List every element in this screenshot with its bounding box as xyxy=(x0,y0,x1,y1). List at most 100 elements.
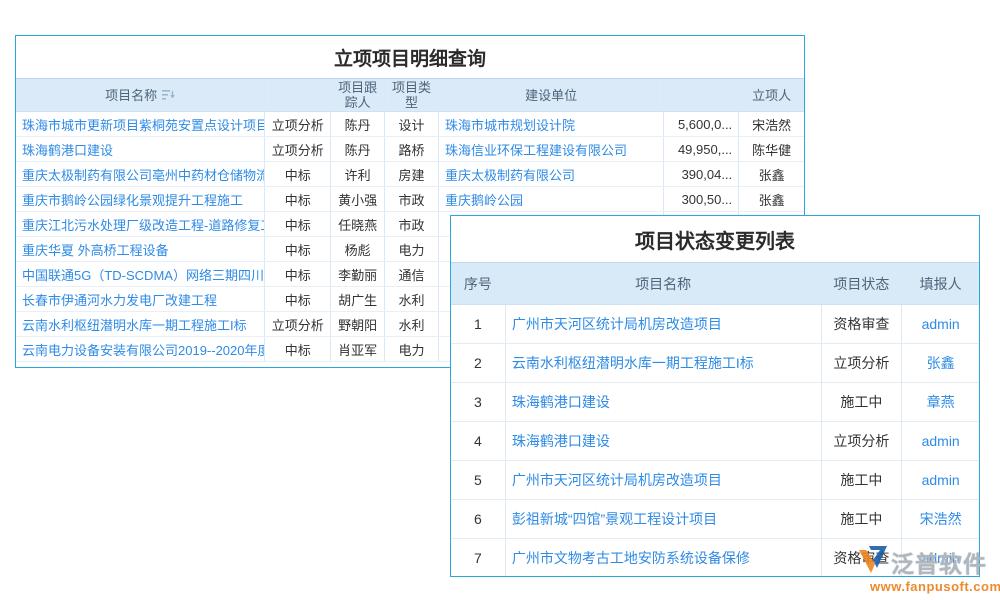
project-tracker: 陈丹 xyxy=(331,112,385,136)
construction-unit-link[interactable]: 重庆太极制药有限公司 xyxy=(439,162,664,186)
row-number: 2 xyxy=(451,344,506,382)
project-status: 施工中 xyxy=(822,461,903,499)
table-row: 珠海市城市更新项目紫桐苑安置点设计项目 立项分析 陈丹 设计 珠海市城市规划设计… xyxy=(16,112,804,137)
table2-header-row: 序号 项目名称 项目状态 填报人 xyxy=(451,262,979,305)
project-name-link[interactable]: 中国联通5G（TD-SCDMA）网络三期四川工程 xyxy=(16,262,265,286)
project-status: 中标 xyxy=(265,237,331,261)
filler-link[interactable]: 宋浩然 xyxy=(902,500,979,538)
project-amount: 390,04... xyxy=(664,162,739,186)
row-number: 4 xyxy=(451,422,506,460)
page: 立项项目明细查询 项目名称 项目跟踪人 项目类型 建设单位 立项人 xyxy=(0,0,1000,600)
project-type: 电力 xyxy=(385,337,439,361)
project-tracker: 李勤丽 xyxy=(331,262,385,286)
table-row: 珠海鹤港口建设 立项分析 陈丹 路桥 珠海信业环保工程建设有限公司 49,950… xyxy=(16,137,804,162)
filler-link[interactable]: admin xyxy=(902,539,979,577)
table2-col-name: 项目名称 xyxy=(506,263,822,304)
table-row: 7 广州市文物考古工地安防系统设备保修 资格审查 admin xyxy=(451,539,979,577)
project-name-link[interactable]: 珠海市城市更新项目紫桐苑安置点设计项目 xyxy=(16,112,265,136)
table1-col-unit: 建设单位 xyxy=(439,79,664,111)
project-amount: 49,950,... xyxy=(664,137,739,161)
project-type: 通信 xyxy=(385,262,439,286)
project-tracker: 黄小强 xyxy=(331,187,385,211)
project-status: 立项分析 xyxy=(822,344,903,382)
project-tracker: 任晓燕 xyxy=(331,212,385,236)
project-name-link[interactable]: 云南水利枢纽潜明水库一期工程施工I标 xyxy=(16,312,265,336)
project-status: 资格审查 xyxy=(822,305,903,343)
table-row: 6 彭祖新城“四馆”景观工程设计项目 施工中 宋浩然 xyxy=(451,500,979,539)
project-name-link[interactable]: 重庆江北污水处理厂级改造工程-道路修复工程 xyxy=(16,212,265,236)
project-name-link[interactable]: 珠海鹤港口建设 xyxy=(506,422,822,460)
watermark-url-text: www.fanpusoft.com xyxy=(870,579,1000,594)
project-status: 中标 xyxy=(265,287,331,311)
project-name-link[interactable]: 云南电力设备安装有限公司2019--2020年度劳务 xyxy=(16,337,265,361)
filler-link[interactable]: admin xyxy=(902,305,979,343)
project-name-link[interactable]: 重庆太极制药有限公司亳州中药材仓储物流基地 xyxy=(16,162,265,186)
filler-link[interactable]: 章燕 xyxy=(902,383,979,421)
project-name-link[interactable]: 珠海鹤港口建设 xyxy=(16,137,265,161)
table1-col-type: 项目类型 xyxy=(385,79,439,111)
table1-col-amount xyxy=(664,79,739,111)
project-type: 市政 xyxy=(385,212,439,236)
project-type: 电力 xyxy=(385,237,439,261)
status-change-list-panel: 项目状态变更列表 序号 项目名称 项目状态 填报人 1 广州市天河区统计局机房改… xyxy=(450,215,980,577)
project-status: 施工中 xyxy=(822,383,903,421)
project-status: 中标 xyxy=(265,162,331,186)
project-type: 水利 xyxy=(385,312,439,336)
filler-link[interactable]: 张鑫 xyxy=(902,344,979,382)
filler-link[interactable]: admin xyxy=(902,422,979,460)
project-type: 房建 xyxy=(385,162,439,186)
project-amount: 5,600,0... xyxy=(664,112,739,136)
sort-descending-icon[interactable] xyxy=(162,89,175,101)
table-row: 3 珠海鹤港口建设 施工中 章燕 xyxy=(451,383,979,422)
panel2-title: 项目状态变更列表 xyxy=(451,216,979,262)
table2-col-filler: 填报人 xyxy=(902,263,979,304)
construction-unit-link[interactable]: 珠海信业环保工程建设有限公司 xyxy=(439,137,664,161)
project-status: 中标 xyxy=(265,262,331,286)
table1-header-row: 项目名称 项目跟踪人 项目类型 建设单位 立项人 xyxy=(16,78,804,112)
project-status: 中标 xyxy=(265,337,331,361)
table1-col-name-label: 项目名称 xyxy=(105,88,157,103)
project-type: 水利 xyxy=(385,287,439,311)
project-type: 市政 xyxy=(385,187,439,211)
row-number: 5 xyxy=(451,461,506,499)
project-name-link[interactable]: 重庆市鹅岭公园绿化景观提升工程施工 xyxy=(16,187,265,211)
row-number: 6 xyxy=(451,500,506,538)
project-name-link[interactable]: 珠海鹤港口建设 xyxy=(506,383,822,421)
table-row: 重庆市鹅岭公园绿化景观提升工程施工 中标 黄小强 市政 重庆鹅岭公园 300,5… xyxy=(16,187,804,212)
project-name-link[interactable]: 长春市伊通河水力发电厂改建工程 xyxy=(16,287,265,311)
project-initiator: 张鑫 xyxy=(739,162,804,186)
project-type: 设计 xyxy=(385,112,439,136)
project-status: 立项分析 xyxy=(265,112,331,136)
construction-unit-link[interactable]: 珠海市城市规划设计院 xyxy=(439,112,664,136)
table1-col-initiator: 立项人 xyxy=(739,79,804,111)
table-row: 1 广州市天河区统计局机房改造项目 资格审查 admin xyxy=(451,305,979,344)
table1-col-name: 项目名称 xyxy=(16,79,265,111)
project-name-link[interactable]: 广州市天河区统计局机房改造项目 xyxy=(506,305,822,343)
project-tracker: 许利 xyxy=(331,162,385,186)
project-tracker: 杨彪 xyxy=(331,237,385,261)
project-name-link[interactable]: 重庆华夏 外高桥工程设备 xyxy=(16,237,265,261)
project-name-link[interactable]: 云南水利枢纽潜明水库一期工程施工I标 xyxy=(506,344,822,382)
project-status: 立项分析 xyxy=(265,137,331,161)
project-tracker: 胡广生 xyxy=(331,287,385,311)
construction-unit-link[interactable]: 重庆鹅岭公园 xyxy=(439,187,664,211)
project-tracker: 陈丹 xyxy=(331,137,385,161)
project-tracker: 野朝阳 xyxy=(331,312,385,336)
project-name-link[interactable]: 广州市天河区统计局机房改造项目 xyxy=(506,461,822,499)
project-initiator: 张鑫 xyxy=(739,187,804,211)
project-name-link[interactable]: 彭祖新城“四馆”景观工程设计项目 xyxy=(506,500,822,538)
table1-col-tracker: 项目跟踪人 xyxy=(331,79,385,111)
table-row: 2 云南水利枢纽潜明水库一期工程施工I标 立项分析 张鑫 xyxy=(451,344,979,383)
project-tracker: 肖亚军 xyxy=(331,337,385,361)
project-name-link[interactable]: 广州市文物考古工地安防系统设备保修 xyxy=(506,539,822,577)
project-status: 中标 xyxy=(265,187,331,211)
project-initiator: 宋浩然 xyxy=(739,112,804,136)
table-row: 重庆太极制药有限公司亳州中药材仓储物流基地 中标 许利 房建 重庆太极制药有限公… xyxy=(16,162,804,187)
project-status: 施工中 xyxy=(822,500,903,538)
row-number: 1 xyxy=(451,305,506,343)
table-row: 4 珠海鹤港口建设 立项分析 admin xyxy=(451,422,979,461)
table-row: 5 广州市天河区统计局机房改造项目 施工中 admin xyxy=(451,461,979,500)
filler-link[interactable]: admin xyxy=(902,461,979,499)
project-initiator: 陈华健 xyxy=(739,137,804,161)
project-status: 立项分析 xyxy=(822,422,903,460)
